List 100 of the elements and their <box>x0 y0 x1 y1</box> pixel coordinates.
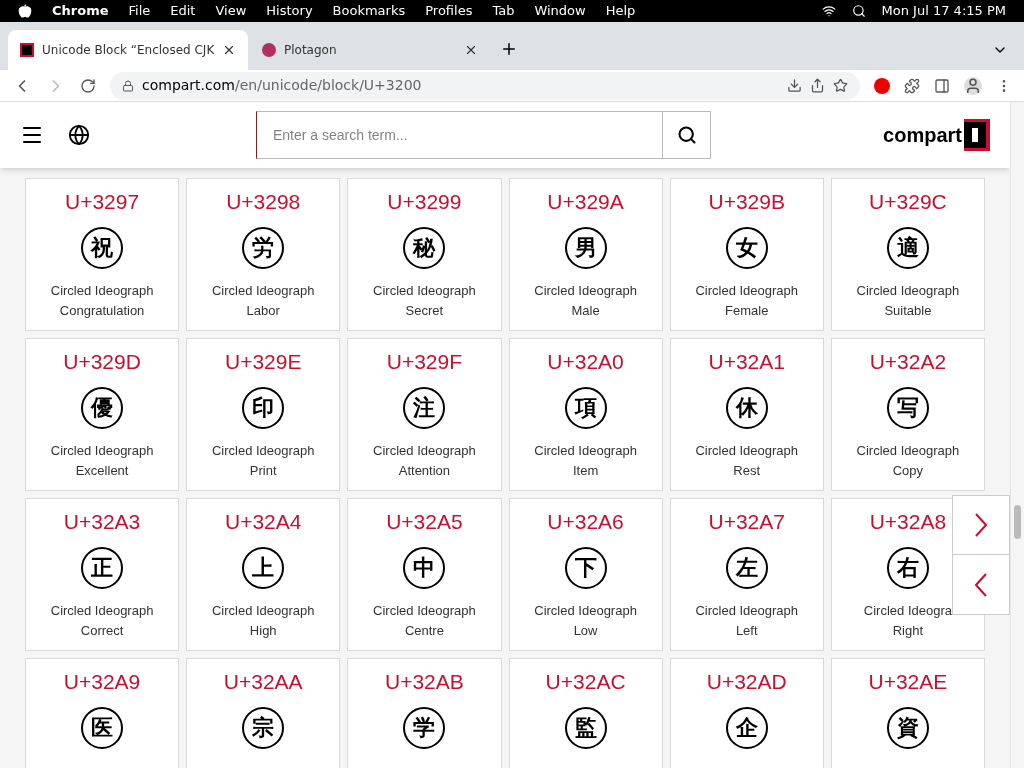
code-point: U+3298 <box>226 189 301 215</box>
browser-tab[interactable]: Plotagon <box>250 30 490 70</box>
character-card[interactable]: U+32AE 資 <box>830 658 985 768</box>
bookmark-icon[interactable] <box>833 78 848 93</box>
circled-glyph: 労 <box>242 227 285 269</box>
character-card[interactable]: U+32A6 下 Circled Ideograph Low <box>508 498 663 651</box>
circled-glyph: 女 <box>725 227 768 269</box>
character-name: Circled Ideograph Suitable <box>856 282 960 320</box>
character-card[interactable]: U+3299 秘 Circled Ideograph Secret <box>347 178 502 331</box>
new-tab-icon[interactable] <box>500 40 518 58</box>
menu-item[interactable]: Profiles <box>425 1 473 21</box>
close-icon[interactable] <box>222 43 236 57</box>
code-point: U+32AA <box>223 669 303 695</box>
character-card[interactable]: U+32AC 監 <box>508 658 663 768</box>
code-point: U+32A9 <box>63 669 141 695</box>
close-icon[interactable] <box>464 43 478 57</box>
app-name[interactable]: Chrome <box>52 1 109 21</box>
code-point: U+329C <box>869 189 947 215</box>
character-card[interactable]: U+32AD 企 <box>669 658 824 768</box>
circled-glyph: 優 <box>81 387 124 429</box>
character-name: Circled Ideograph Centre <box>373 602 476 640</box>
scrollbar-thumb[interactable] <box>1014 505 1021 539</box>
code-point: U+3297 <box>65 189 140 215</box>
character-card[interactable]: U+32A1 休 Circled Ideograph Rest <box>669 338 824 491</box>
status-icon[interactable] <box>821 4 836 18</box>
circled-glyph: 下 <box>564 547 607 589</box>
code-point: U+329B <box>708 189 785 215</box>
character-card[interactable]: U+32A5 中 Circled Ideograph Centre <box>347 498 502 651</box>
circled-glyph: 企 <box>725 707 768 749</box>
menu-item[interactable]: File <box>128 1 151 21</box>
menu-item[interactable]: Help <box>605 1 636 21</box>
code-point: U+32AC <box>545 669 626 695</box>
search-field[interactable]: Enter a search term... <box>256 111 663 159</box>
character-card[interactable]: U+32A0 項 Circled Ideograph Item <box>508 338 663 491</box>
circled-glyph: 中 <box>403 547 446 589</box>
code-point: U+32A5 <box>386 509 463 535</box>
menu-item[interactable]: Tab <box>492 1 515 21</box>
extension-icon[interactable] <box>874 77 890 94</box>
install-icon[interactable] <box>787 78 802 93</box>
circled-glyph: 写 <box>886 387 929 429</box>
side-panel-icon[interactable] <box>934 77 950 94</box>
search-button[interactable] <box>663 111 711 159</box>
globe-icon[interactable] <box>68 124 90 146</box>
character-name: Circled Ideograph Low <box>534 602 637 640</box>
url-text: compart.com/en/unicode/block/U+3200 <box>142 76 422 95</box>
menu-item[interactable]: Window <box>534 1 586 21</box>
search-icon[interactable] <box>851 4 866 18</box>
character-card[interactable]: U+32A4 上 Circled Ideograph High <box>186 498 341 651</box>
menu-item[interactable]: View <box>215 1 247 21</box>
reload-icon[interactable] <box>80 77 96 94</box>
character-card[interactable]: U+329B 女 Circled Ideograph Female <box>669 178 824 331</box>
character-card[interactable]: U+329C 適 Circled Ideograph Suitable <box>830 178 985 331</box>
character-name: Circled Ideograph High <box>211 602 315 640</box>
circled-glyph: 男 <box>564 227 607 269</box>
address-field[interactable]: compart.com/en/unicode/block/U+3200 <box>110 71 860 100</box>
browser-tab[interactable]: Unicode Block “Enclosed CJK <box>8 30 248 70</box>
character-card[interactable]: U+32A2 写 Circled Ideograph Copy <box>830 338 985 491</box>
favicon <box>262 43 276 57</box>
character-card[interactable]: U+329D 優 Circled Ideograph Excellent <box>25 338 180 491</box>
menu-item[interactable]: History <box>266 1 313 21</box>
character-card[interactable]: U+32A3 正 Circled Ideograph Correct <box>25 498 180 651</box>
circled-glyph: 秘 <box>403 227 446 269</box>
circled-glyph: 祝 <box>81 227 124 269</box>
code-point: U+32AB <box>385 669 464 695</box>
character-card[interactable]: U+32AA 宗 <box>186 658 341 768</box>
code-point: U+329E <box>225 349 302 375</box>
character-name: Circled Ideograph Male <box>534 282 637 320</box>
circled-glyph: 正 <box>81 547 124 589</box>
character-card[interactable]: U+32A9 医 <box>25 658 180 768</box>
profile-icon[interactable] <box>964 76 982 95</box>
character-name: Circled Ideograph Print <box>211 442 315 480</box>
extensions-icon[interactable] <box>904 77 920 94</box>
character-card[interactable]: U+32AB 学 <box>347 658 502 768</box>
character-card[interactable]: U+32A7 左 Circled Ideograph Left <box>669 498 824 651</box>
character-name: Circled Ideograph Item <box>534 442 637 480</box>
logo-icon <box>964 119 990 151</box>
character-name: Circled Ideograph Rest <box>695 442 799 480</box>
character-name: Circled Ideograph Female <box>695 282 799 320</box>
share-icon[interactable] <box>810 78 825 93</box>
character-card[interactable]: U+329F 注 Circled Ideograph Attention <box>347 338 502 491</box>
character-name: Circled Ideograph Correct <box>50 602 154 640</box>
menu-item[interactable]: Edit <box>170 1 196 21</box>
menu-item[interactable]: Bookmarks <box>332 1 406 21</box>
character-card[interactable]: U+3297 祝 Circled Ideograph Congratulation <box>25 178 180 331</box>
character-name: Circled Ideograph Attention <box>373 442 476 480</box>
character-card[interactable]: U+329A 男 Circled Ideograph Male <box>508 178 663 331</box>
circled-glyph: 項 <box>564 387 607 429</box>
character-name: Circled Ideograph Copy <box>856 442 960 480</box>
character-card[interactable]: U+3298 労 Circled Ideograph Labor <box>186 178 341 331</box>
character-card[interactable]: U+329E 印 Circled Ideograph Print <box>186 338 341 491</box>
favicon <box>20 43 34 57</box>
character-name: Circled Ideograph Labor <box>211 282 315 320</box>
lock-icon <box>122 79 134 92</box>
apple-icon[interactable] <box>18 4 32 18</box>
circled-glyph: 上 <box>242 547 285 589</box>
circled-glyph: 監 <box>564 707 607 749</box>
code-point: U+329A <box>547 189 624 215</box>
tab-title: Plotagon <box>284 42 338 59</box>
circled-glyph: 学 <box>403 707 446 749</box>
circled-glyph: 左 <box>725 547 768 589</box>
